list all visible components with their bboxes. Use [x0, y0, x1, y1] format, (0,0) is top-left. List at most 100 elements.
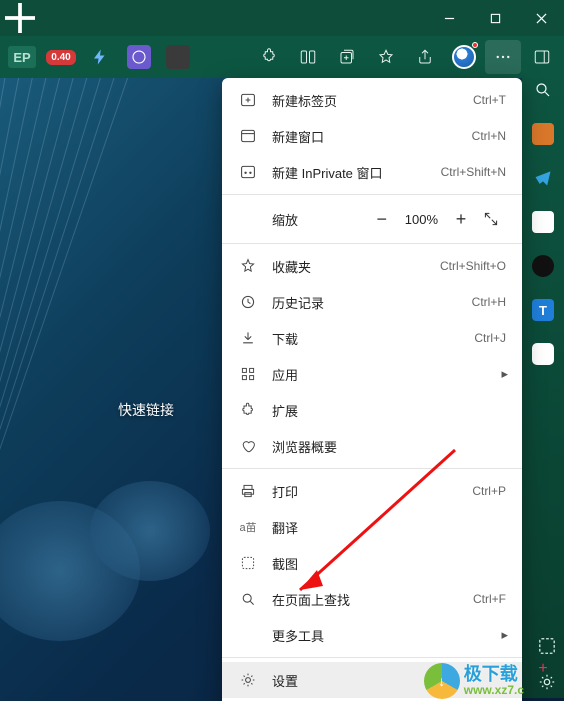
- extension-misc-icon[interactable]: [160, 40, 196, 74]
- menu-downloads[interactable]: 下载 Ctrl+J: [222, 320, 522, 356]
- menu-label: 打印: [272, 482, 472, 501]
- gear-icon: [238, 670, 258, 690]
- inprivate-icon: [238, 162, 258, 182]
- rail-briefcase-icon[interactable]: [531, 122, 555, 146]
- window-controls: [426, 0, 564, 36]
- rail-telegram-icon[interactable]: [531, 166, 555, 190]
- extension-bolt-icon[interactable]: [82, 40, 118, 74]
- share-icon[interactable]: [407, 40, 443, 74]
- rail-qq-icon[interactable]: [531, 254, 555, 278]
- menu-separator: [222, 657, 522, 658]
- menu-shortcut: Ctrl+Shift+N: [441, 165, 506, 179]
- sidebar-rail: T +: [522, 78, 564, 698]
- puzzle-icon: [238, 400, 258, 420]
- extension-pill-icon[interactable]: 0.40: [43, 40, 79, 74]
- new-tab-icon: [238, 90, 258, 110]
- rail-cloud-icon[interactable]: [531, 342, 555, 366]
- menu-label: 在页面上查找: [272, 590, 473, 609]
- menu-label: 扩展: [272, 401, 506, 420]
- quick-links-label: 快速链接: [118, 400, 174, 420]
- fullscreen-button[interactable]: [476, 204, 506, 234]
- menu-extensions[interactable]: 扩展: [222, 392, 522, 428]
- menu-find[interactable]: 在页面上查找 Ctrl+F: [222, 581, 522, 617]
- menu-new-window[interactable]: 新建窗口 Ctrl+N: [222, 118, 522, 154]
- blank-icon: [238, 625, 258, 645]
- menu-translate[interactable]: a苗 翻译: [222, 509, 522, 545]
- rail-search-icon[interactable]: [531, 78, 555, 102]
- profile-avatar-icon[interactable]: [446, 40, 482, 74]
- background-art: [0, 78, 220, 558]
- maximize-button[interactable]: [472, 0, 518, 36]
- rail-t-icon[interactable]: T: [531, 298, 555, 322]
- menu-shortcut: Ctrl+T: [473, 93, 506, 107]
- download-icon: [238, 328, 258, 348]
- apps-icon: [238, 364, 258, 384]
- menu-new-tab[interactable]: 新建标签页 Ctrl+T: [222, 82, 522, 118]
- menu-shortcut: Ctrl+F: [473, 592, 506, 606]
- submenu-arrow-icon: ▸: [501, 366, 508, 382]
- heartbeat-icon: [238, 436, 258, 456]
- split-screen-icon[interactable]: [290, 40, 326, 74]
- settings-more-button[interactable]: [485, 40, 521, 74]
- collections-icon[interactable]: [329, 40, 365, 74]
- zoom-label: 缩放: [272, 210, 367, 229]
- menu-zoom-row: 缩放 − 100% +: [222, 199, 522, 239]
- zoom-out-button[interactable]: −: [367, 204, 397, 234]
- settings-corner-icon[interactable]: [536, 671, 558, 693]
- menu-label: 更多工具: [272, 626, 506, 645]
- menu-settings[interactable]: 设置: [222, 662, 522, 698]
- menu-separator: [222, 194, 522, 195]
- zoom-value: 100%: [405, 212, 438, 227]
- menu-label: 下载: [272, 329, 474, 348]
- minimize-button[interactable]: [426, 0, 472, 36]
- menu-shortcut: Ctrl+P: [472, 484, 506, 498]
- history-icon: [238, 292, 258, 312]
- menu-label: 收藏夹: [272, 257, 440, 276]
- extension-ep-icon[interactable]: EP: [4, 40, 40, 74]
- titlebar: [0, 0, 564, 36]
- menu-shortcut: Ctrl+J: [474, 331, 506, 345]
- submenu-arrow-icon: ▸: [501, 627, 508, 643]
- menu-separator: [222, 243, 522, 244]
- favorites-star-icon[interactable]: [368, 40, 404, 74]
- translate-icon: a苗: [238, 517, 258, 537]
- titlebar-left: [0, 0, 40, 36]
- menu-screenshot[interactable]: 截图: [222, 545, 522, 581]
- screenshot-icon: [238, 553, 258, 573]
- menu-label: 设置: [272, 671, 506, 690]
- screenshot-corner-icon[interactable]: [536, 635, 558, 657]
- menu-shortcut: Ctrl+H: [472, 295, 506, 309]
- new-window-icon: [238, 126, 258, 146]
- toolbar: EP 0.40: [0, 36, 564, 78]
- menu-shortcut: Ctrl+Shift+O: [440, 259, 506, 273]
- print-icon: [238, 481, 258, 501]
- extensions-puzzle-icon[interactable]: [251, 40, 287, 74]
- star-icon: [238, 256, 258, 276]
- menu-label: 新建 InPrivate 窗口: [272, 163, 441, 182]
- menu-label: 翻译: [272, 518, 506, 537]
- zoom-in-button[interactable]: +: [446, 204, 476, 234]
- menu-label: 应用: [272, 365, 506, 384]
- rail-paw-icon[interactable]: [531, 210, 555, 234]
- extension-chat-icon[interactable]: [121, 40, 157, 74]
- menu-label: 浏览器概要: [272, 437, 506, 456]
- menu-print[interactable]: 打印 Ctrl+P: [222, 473, 522, 509]
- settings-menu: 新建标签页 Ctrl+T 新建窗口 Ctrl+N 新建 InPrivate 窗口…: [222, 78, 522, 701]
- menu-favorites[interactable]: 收藏夹 Ctrl+Shift+O: [222, 248, 522, 284]
- menu-browser-essentials[interactable]: 浏览器概要: [222, 428, 522, 464]
- menu-label: 历史记录: [272, 293, 472, 312]
- menu-history[interactable]: 历史记录 Ctrl+H: [222, 284, 522, 320]
- find-icon: [238, 589, 258, 609]
- menu-more-tools[interactable]: 更多工具 ▸: [222, 617, 522, 653]
- menu-label: 截图: [272, 554, 506, 573]
- close-button[interactable]: [518, 0, 564, 36]
- menu-apps[interactable]: 应用 ▸: [222, 356, 522, 392]
- sidebar-toggle-icon[interactable]: [524, 40, 560, 74]
- corner-icons: [536, 635, 558, 693]
- new-tab-plus-button[interactable]: [0, 0, 40, 36]
- menu-new-inprivate[interactable]: 新建 InPrivate 窗口 Ctrl+Shift+N: [222, 154, 522, 190]
- menu-shortcut: Ctrl+N: [472, 129, 506, 143]
- menu-label: 新建窗口: [272, 127, 472, 146]
- menu-separator: [222, 468, 522, 469]
- menu-label: 新建标签页: [272, 91, 473, 110]
